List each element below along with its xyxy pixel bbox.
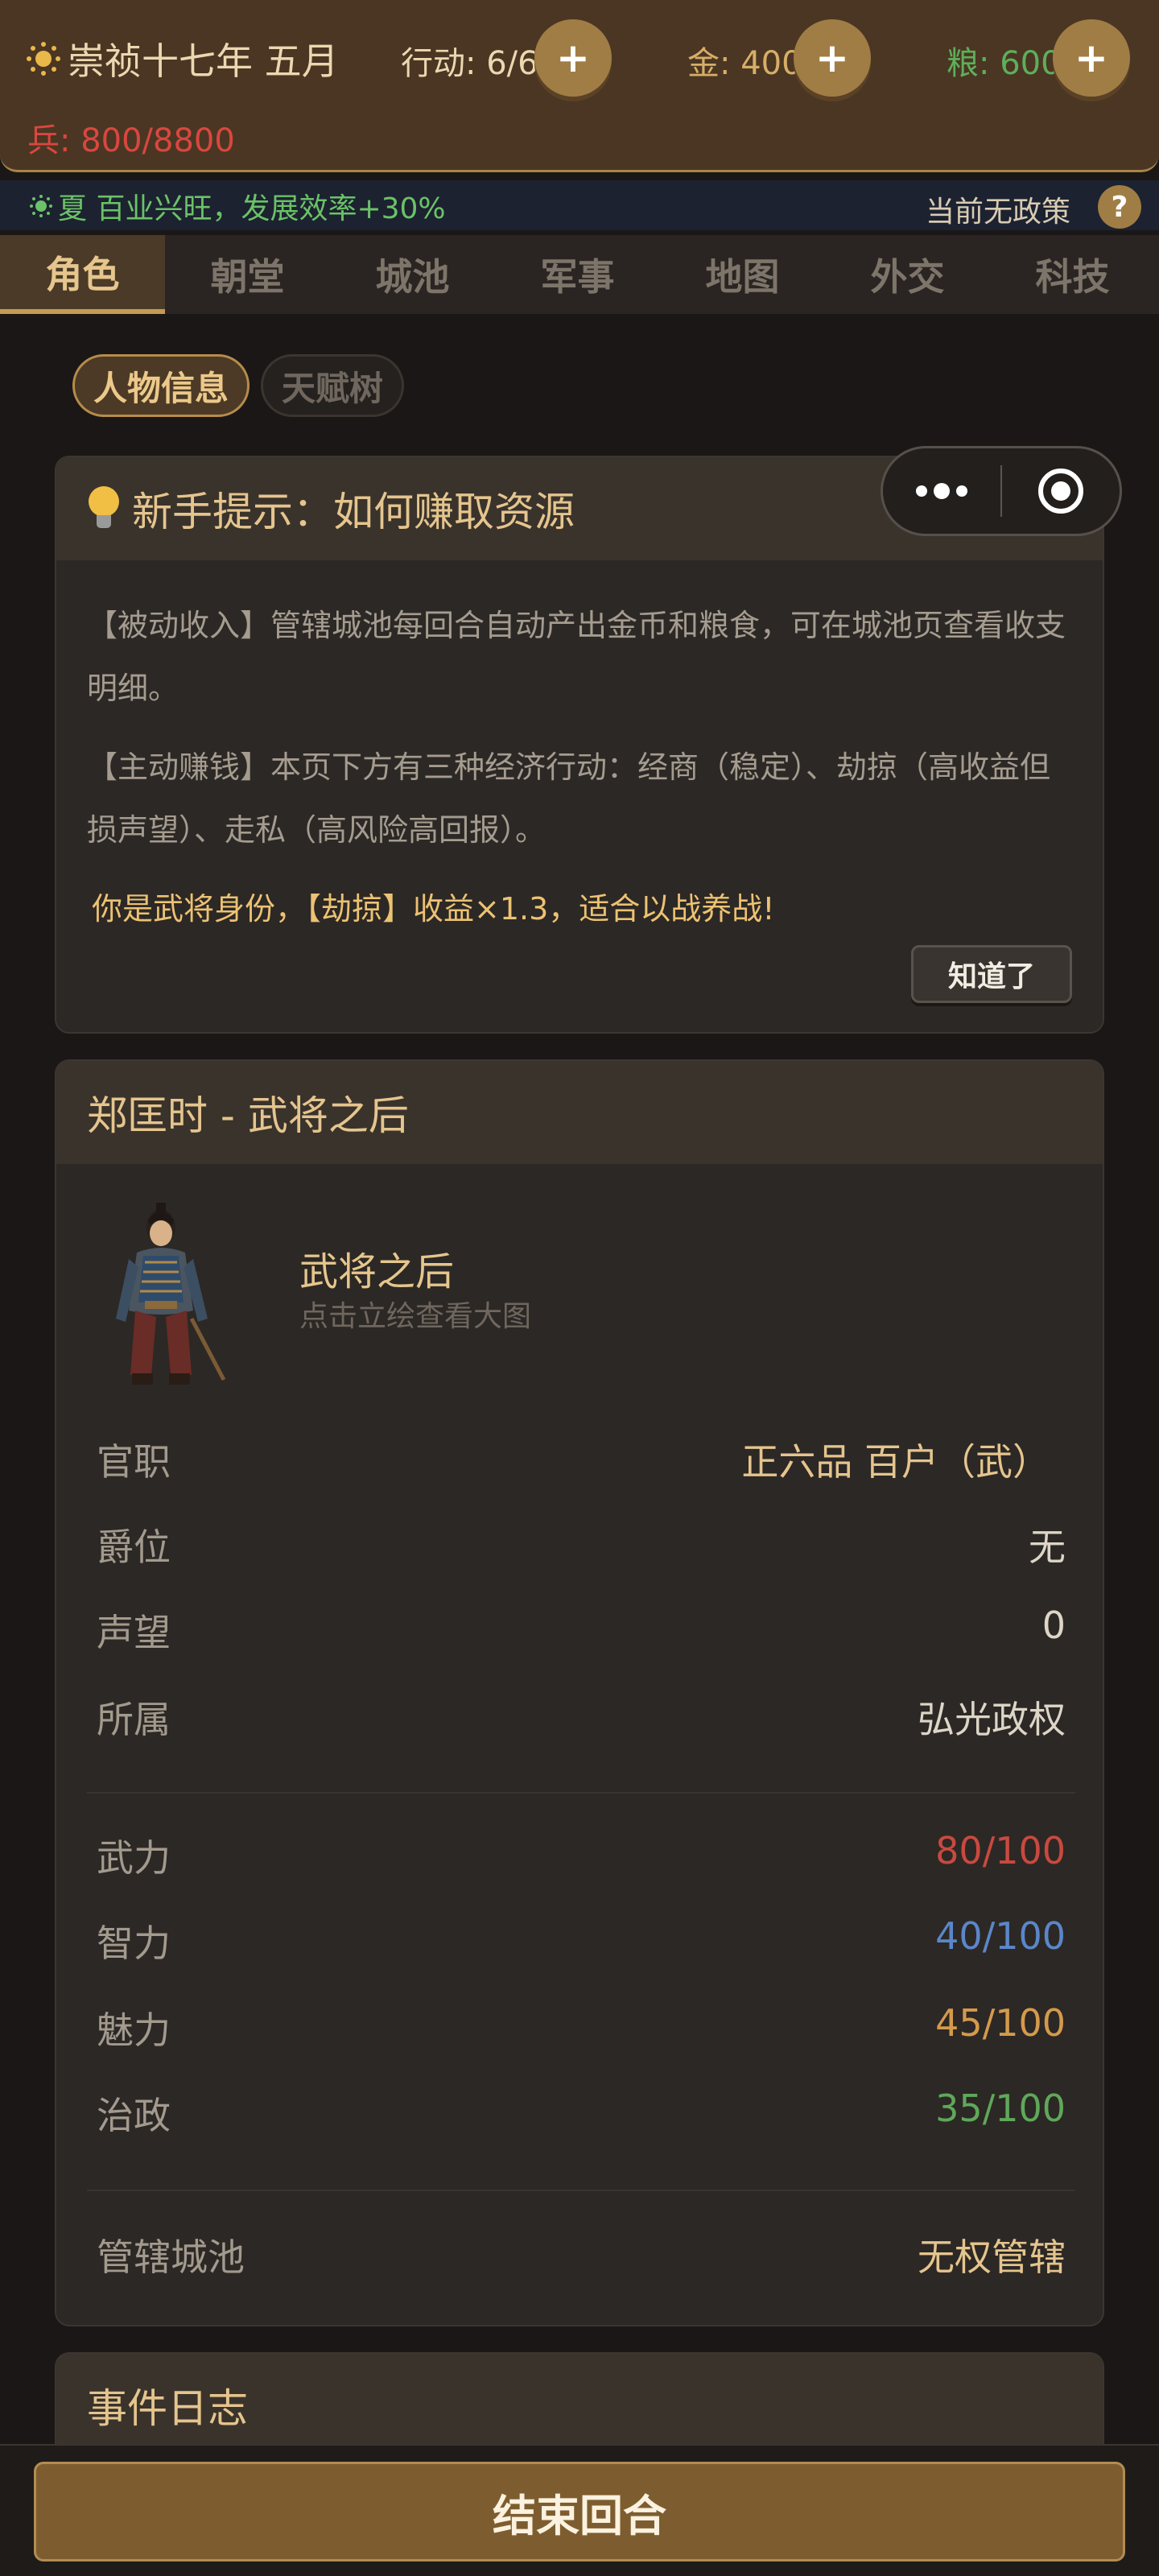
bottom-action-bar: 结束回合 (0, 2444, 1159, 2576)
attr-label: 智力 (97, 1922, 171, 1965)
mini-program-capsule (881, 446, 1122, 536)
attr-row-strength: 武力 80/100 (97, 1829, 1066, 1880)
lightbulb-icon (87, 486, 121, 531)
section-divider (87, 2190, 1075, 2191)
attr-label: 治政 (97, 2094, 171, 2137)
info-row-faction: 所属 弘光政权 (97, 1690, 1066, 1741)
attr-row-governance: 治政 35/100 (97, 2087, 1066, 2137)
info-label: 官职 (97, 1440, 171, 1484)
info-value: 无 (1029, 1525, 1066, 1569)
attr-value: 80/100 (935, 1829, 1066, 1872)
season-bar: 夏 百业兴旺，发展效率+30% 当前无政策 ? (0, 180, 1159, 230)
season-text: 夏 百业兴旺，发展效率+30% (58, 192, 446, 225)
add-gold-button[interactable]: + (794, 19, 871, 97)
character-portrait[interactable] (95, 1198, 232, 1391)
info-row-title: 爵位 无 (97, 1518, 1066, 1569)
profile-hint: 点击立绘查看大图 (299, 1300, 532, 1333)
policy-status: 当前无政策 (925, 196, 1070, 229)
game-date: 崇祯十七年 五月 (26, 32, 339, 85)
close-target-icon[interactable] (1002, 469, 1120, 514)
city-label: 管辖城池 (97, 2235, 245, 2279)
end-turn-button[interactable]: 结束回合 (34, 2462, 1125, 2562)
city-row: 管辖城池 无权管辖 (97, 2228, 1066, 2279)
tip-title: 新手提示：如何赚取资源 (132, 489, 575, 535)
info-label: 声望 (97, 1611, 171, 1654)
tip-highlight: 你是武将身份，【劫掠】收益×1.3，适合以战养战! (92, 891, 775, 927)
attr-label: 武力 (97, 1836, 171, 1880)
action-points: 行动: 6/6 (401, 45, 538, 82)
sun-icon (26, 41, 61, 76)
attr-row-charisma: 魅力 45/100 (97, 2001, 1066, 2052)
info-value: 0 (1041, 1604, 1066, 1647)
soldier-count: 兵: 800/8800 (27, 122, 235, 159)
more-options-icon[interactable] (883, 483, 1000, 499)
tip-passive-income: 【被动收入】管辖城池每回合自动产出金币和粮食，可在城池页查看收支明细。 (87, 608, 1066, 706)
grain-amount: 粮: 600 (947, 45, 1062, 82)
attr-label: 魅力 (97, 2008, 171, 2052)
season-sun-icon (27, 192, 55, 220)
subtab-talent-tree[interactable]: 天赋树 (261, 354, 404, 417)
attr-value: 35/100 (935, 2087, 1066, 2130)
profile-title: 武将之后 (299, 1249, 455, 1294)
season-status: 夏 百业兴旺，发展效率+30% (27, 185, 446, 227)
date-text: 崇祯十七年 五月 (68, 39, 339, 83)
tab-court[interactable]: 朝堂 (165, 235, 330, 314)
city-value: 无权管辖 (918, 2235, 1066, 2279)
tip-body: 【被动收入】管辖城池每回合自动产出金币和粮食，可在城池页查看收支明细。 【主动赚… (56, 560, 1103, 940)
tab-map[interactable]: 地图 (660, 235, 825, 314)
tip-active-income: 【主动赚钱】本页下方有三种经济行动：经商（稳定）、劫掠（高收益但损声望）、走私（… (87, 749, 1051, 848)
tab-diplomacy[interactable]: 外交 (825, 235, 990, 314)
subtab-character-info[interactable]: 人物信息 (72, 354, 250, 417)
tab-tech[interactable]: 科技 (990, 235, 1155, 314)
tab-city[interactable]: 城池 (330, 235, 495, 314)
got-it-button[interactable]: 知道了 (911, 945, 1072, 1003)
attr-row-intelligence: 智力 40/100 (97, 1914, 1066, 1965)
info-value: 正六品 百户（武） (741, 1440, 1050, 1484)
info-label: 所属 (97, 1698, 171, 1741)
tab-military[interactable]: 军事 (495, 235, 660, 314)
tab-character[interactable]: 角色 (0, 235, 165, 314)
beginner-tip-card: 新手提示：如何赚取资源 【被动收入】管辖城池每回合自动产出金币和粮食，可在城池页… (55, 456, 1104, 1034)
top-status-bar: 崇祯十七年 五月 行动: 6/6 + 金: 400 + 粮: 600 + 兵: … (0, 0, 1159, 172)
add-grain-button[interactable]: + (1053, 19, 1130, 97)
info-row-prestige: 声望 0 (97, 1604, 1066, 1654)
info-row-office: 官职 正六品 百户（武） (97, 1433, 1066, 1484)
attr-value: 45/100 (935, 2001, 1066, 2045)
add-action-button[interactable]: + (534, 19, 612, 97)
info-value: 弘光政权 (918, 1698, 1066, 1741)
character-header: 郑匡时 - 武将之后 (56, 1061, 1103, 1164)
event-log-header: 事件日志 (56, 2354, 1103, 2457)
help-icon[interactable]: ? (1098, 185, 1141, 229)
main-tabs: 角色 朝堂 城池 军事 地图 外交 科技 (0, 235, 1159, 314)
gold-amount: 金: 400 (687, 45, 802, 82)
attr-value: 40/100 (935, 1914, 1066, 1958)
character-card: 郑匡时 - 武将之后 武将之后 点击立绘查看大图 官职 正六品 百户（武） 爵位… (55, 1059, 1104, 2326)
info-label: 爵位 (97, 1525, 171, 1569)
status-row: 崇祯十七年 五月 行动: 6/6 + 金: 400 + 粮: 600 + (0, 0, 1159, 121)
character-profile: 武将之后 点击立绘查看大图 (95, 1198, 1061, 1391)
section-divider (87, 1792, 1075, 1794)
